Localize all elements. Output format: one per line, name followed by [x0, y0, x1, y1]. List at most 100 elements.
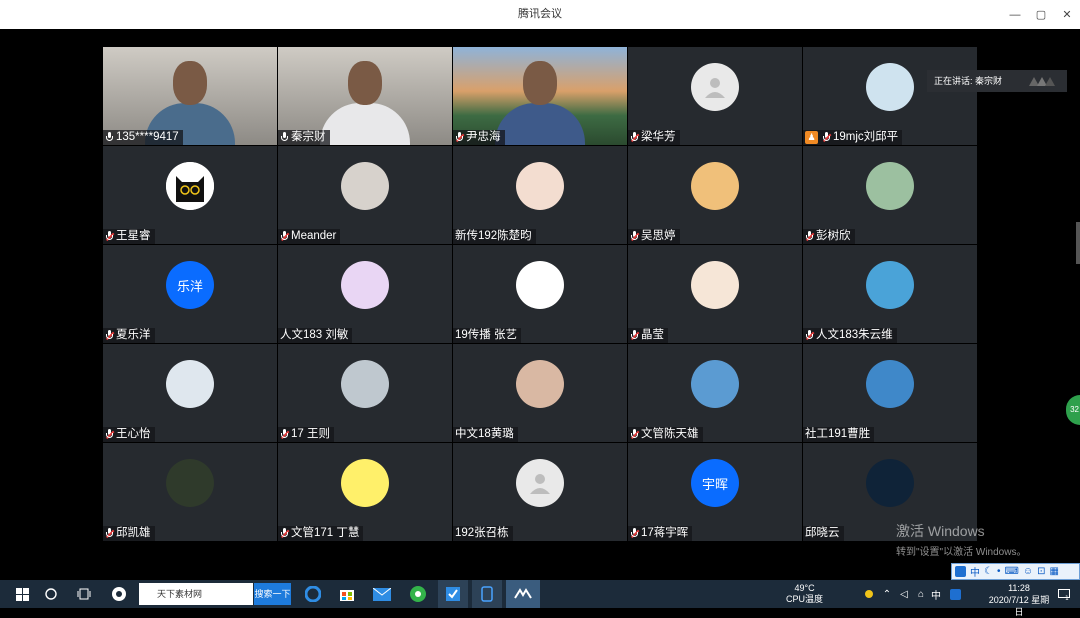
mic-muted-icon — [822, 132, 832, 143]
participant-tile[interactable]: 文管171 丁慧 — [278, 443, 452, 541]
search-input[interactable]: 天下素材网 — [139, 583, 253, 605]
participant-name: 新传192陈楚昀 — [455, 230, 532, 242]
tray-lang[interactable]: 中 — [928, 580, 944, 608]
participant-name: 邱晓云 — [805, 527, 840, 539]
participant-name: 王心怡 — [116, 428, 151, 440]
tray-app-icon[interactable] — [860, 580, 878, 608]
minimize-button[interactable]: — — [1008, 9, 1022, 21]
participant-tile[interactable]: 秦宗财 — [278, 47, 452, 145]
mic-muted-icon — [105, 231, 115, 242]
default-person-icon — [516, 459, 564, 507]
moon-icon[interactable]: ☾ — [984, 566, 993, 577]
store-icon[interactable] — [334, 580, 360, 608]
participant-name: 吴思婷 — [641, 230, 676, 242]
participant-tile[interactable]: 邱凯雄 — [103, 443, 277, 541]
mic-muted-icon — [105, 330, 115, 341]
clock-date: 2020/7/12 星期日 — [988, 595, 1050, 617]
participant-tile[interactable]: 晶莹 — [628, 245, 802, 343]
mic-muted-icon — [455, 132, 465, 143]
participant-tile[interactable]: 192张召栋 — [453, 443, 627, 541]
watermark-line1: 激活 Windows — [896, 523, 985, 539]
participant-name: 135****9417 — [116, 131, 179, 143]
clock[interactable]: 11:28 2020/7/12 星期日 — [985, 582, 1053, 618]
volume-icon[interactable]: ◁ — [895, 580, 913, 608]
participant-tile[interactable]: 宇晖 17蒋宇晖 — [628, 443, 802, 541]
mail-icon[interactable] — [368, 580, 396, 608]
participant-tile[interactable]: 彭树欣 — [803, 146, 977, 244]
participant-tile[interactable]: Meander — [278, 146, 452, 244]
wechat-work-icon[interactable] — [438, 580, 468, 608]
white-horse-icon — [866, 63, 914, 111]
participant-name: 17蒋宇晖 — [641, 527, 689, 539]
participant-tile[interactable]: 19传播 张艺 — [453, 245, 627, 343]
participant-name: 梁华芳 — [641, 131, 676, 143]
taskbar: 天下素材网 搜索一下 49°C CPU温度 ⌃ ◁ ⌂ 中 11:28 2020… — [0, 580, 1080, 617]
participant-tile[interactable]: 17 王则 — [278, 344, 452, 442]
anime-scene-icon — [866, 261, 914, 309]
close-button[interactable]: ✕ — [1060, 8, 1074, 21]
black-cat-icon — [166, 162, 214, 210]
participant-tile[interactable]: 中文18黄璐 — [453, 344, 627, 442]
participant-nametag: 人文183朱云维 — [803, 328, 897, 343]
participant-tile[interactable]: 新传192陈楚昀 — [453, 146, 627, 244]
participant-nametag: 邱晓云 — [803, 526, 844, 541]
participant-tile[interactable]: 文管陈天雄 — [628, 344, 802, 442]
participant-tile[interactable]: 尹忠海 — [453, 47, 627, 145]
participant-nametag: 192张召栋 — [453, 526, 513, 541]
ime-lang[interactable]: 中 — [970, 564, 980, 579]
task-view-icon[interactable] — [72, 580, 96, 608]
participant-tile[interactable]: 梁华芳 — [628, 47, 802, 145]
bird-sky-icon — [691, 360, 739, 408]
participant-nametag: 人文183 刘敏 — [278, 328, 353, 343]
participant-count-pill[interactable]: 32 — [1066, 395, 1080, 425]
tablet-app-icon[interactable] — [472, 580, 502, 608]
participant-tile[interactable]: 王心怡 — [103, 344, 277, 442]
participant-nametag: 夏乐洋 — [103, 328, 155, 343]
speaking-label: 正在讲话: 秦宗财 — [934, 76, 1003, 86]
ime-tray-icon[interactable] — [946, 580, 964, 608]
text-avatar: 宇晖 — [691, 459, 739, 507]
participant-tile[interactable]: 王星睿 — [103, 146, 277, 244]
cortana-icon[interactable] — [40, 580, 62, 608]
participant-nametag: 尹忠海 — [453, 130, 505, 145]
keyboard-icon[interactable]: ⌨ — [1004, 566, 1018, 577]
tencent-meeting-icon[interactable] — [506, 580, 540, 608]
signal-icon — [1029, 77, 1055, 86]
notification-icon[interactable]: 1 — [1054, 580, 1074, 608]
person-outdoor-icon — [341, 360, 389, 408]
participant-tile[interactable]: 人文183 刘敏 — [278, 245, 452, 343]
dot-icon[interactable]: • — [997, 566, 1001, 577]
pinwheel-app-icon[interactable] — [106, 580, 132, 608]
girl-photo-icon — [341, 162, 389, 210]
participant-tile[interactable]: 人文183朱云维 — [803, 245, 977, 343]
side-panel-handle[interactable] — [1076, 222, 1080, 264]
mic-muted-icon — [280, 528, 290, 539]
participant-tile[interactable]: 社工191曹胜 — [803, 344, 977, 442]
participant-nametag: 彭树欣 — [803, 229, 855, 244]
ime-toolbar[interactable]: 中 ☾ • ⌨ ☺ ⊡ ▦ — [951, 563, 1080, 580]
flowers-icon — [866, 162, 914, 210]
participant-nametag: 社工191曹胜 — [803, 427, 875, 442]
mic-muted-icon — [630, 330, 640, 341]
participant-nametag: 秦宗财 — [278, 130, 330, 145]
windows-start-icon[interactable] — [8, 580, 36, 608]
green-app-icon[interactable] — [404, 580, 432, 608]
maximize-button[interactable]: ▢ — [1034, 8, 1048, 21]
cartoon-girl-icon — [516, 162, 564, 210]
chevron-up-icon[interactable]: ⌃ — [878, 580, 896, 608]
participant-tile[interactable]: 135****9417 — [103, 47, 277, 145]
participant-name: 17 王则 — [291, 428, 330, 440]
text-avatar: 乐洋 — [166, 261, 214, 309]
person-icon[interactable]: ☺ — [1023, 566, 1033, 577]
participant-name: 文管171 丁慧 — [291, 527, 360, 539]
edge-icon[interactable] — [300, 580, 326, 608]
search-button[interactable]: 搜索一下 — [254, 583, 291, 605]
grid-icon[interactable]: ▦ — [1050, 566, 1059, 577]
participant-tile[interactable]: 乐洋夏乐洋 — [103, 245, 277, 343]
participant-tile[interactable]: ♟ 19mjc刘邱平 — [803, 47, 977, 145]
participant-name: 彭树欣 — [816, 230, 851, 242]
participant-nametag: 晶莹 — [628, 328, 668, 343]
participant-name: 19mjc刘邱平 — [833, 131, 899, 143]
participant-tile[interactable]: 吴思婷 — [628, 146, 802, 244]
shirt-icon[interactable]: ⊡ — [1037, 566, 1045, 577]
